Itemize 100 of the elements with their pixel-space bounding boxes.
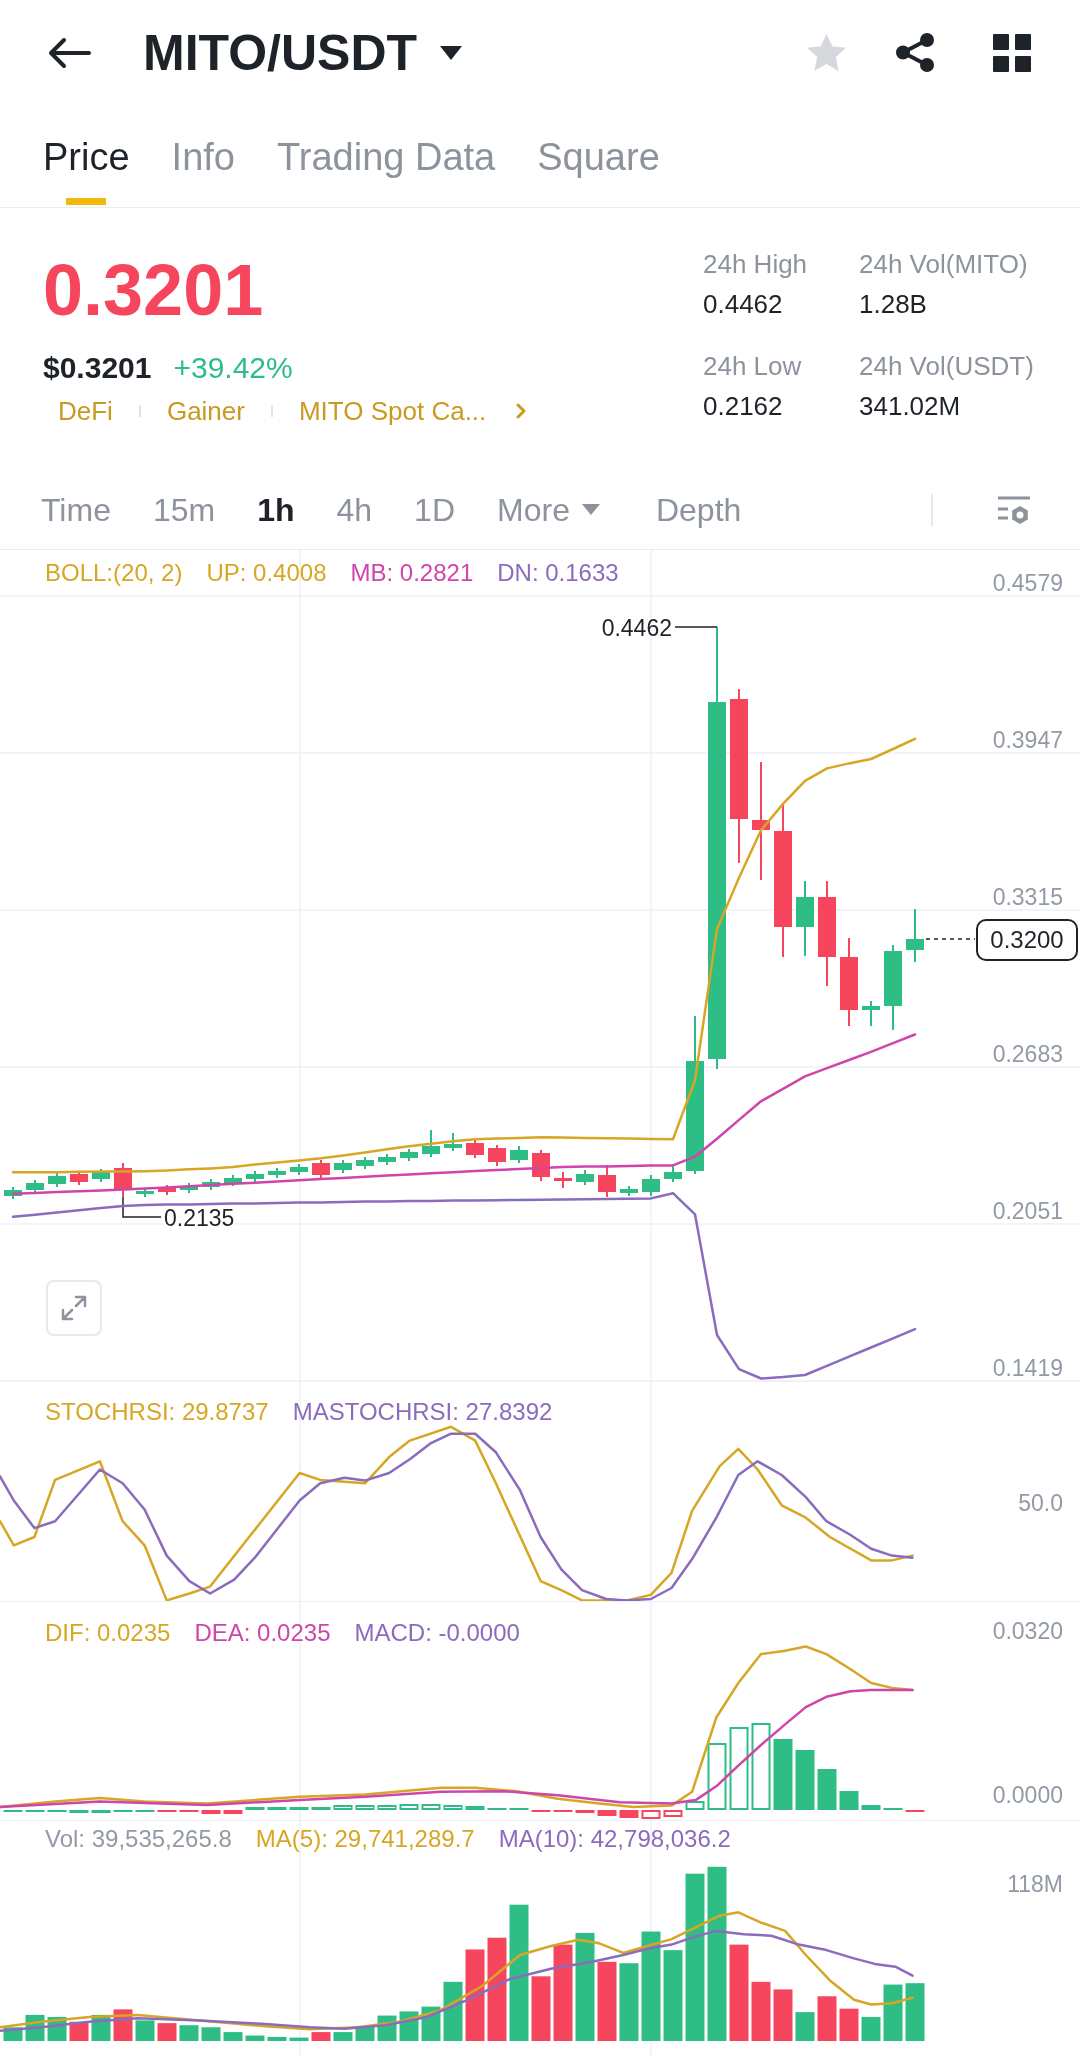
- expand-button[interactable]: [46, 1280, 102, 1336]
- indicator-legend: MACD: -0.0000: [354, 1619, 520, 1647]
- last-price-line: [925, 938, 976, 940]
- candle: [26, 1179, 44, 1194]
- price-axis-label: 0.1419: [992, 1355, 1063, 1381]
- pair-selector[interactable]: MITO/USDT: [143, 22, 463, 83]
- candle: [444, 1132, 462, 1152]
- tab[interactable]: Square: [537, 105, 660, 207]
- volume-axis-label: 118M: [1007, 1871, 1063, 1897]
- macd-histogram-bar: [839, 1791, 859, 1810]
- stat-value: 341.02M: [859, 390, 962, 422]
- candle: [312, 1159, 330, 1179]
- indicator-legend: STOCHRSI: 29.8737: [45, 1398, 269, 1426]
- interval-tab[interactable]: 1D: [414, 489, 455, 530]
- candle: [136, 1187, 154, 1198]
- stat-label: 24h Low: [703, 350, 803, 382]
- more-dropdown[interactable]: More: [497, 489, 600, 530]
- chart-settings-icon[interactable]: [997, 494, 1031, 525]
- candle: [92, 1168, 110, 1183]
- interval-tab[interactable]: 15m: [152, 489, 216, 530]
- volume-bar: [179, 2025, 199, 2041]
- candle: [158, 1184, 176, 1196]
- interval-tab[interactable]: 1h: [257, 489, 295, 530]
- candle: [4, 1186, 22, 1200]
- volume-bar: [289, 2037, 309, 2041]
- low-price-label: 0.2135: [164, 1205, 235, 1231]
- price-axis-label: 0.2683: [992, 1041, 1063, 1067]
- candle: [290, 1163, 308, 1176]
- candle: [554, 1171, 572, 1189]
- low-price-leader: [122, 1196, 162, 1218]
- volume-bar: [311, 2032, 331, 2041]
- candle: [488, 1144, 506, 1167]
- high-price-label: 0.4462: [601, 615, 672, 641]
- stat-label: 24h Vol(MITO): [859, 248, 1029, 280]
- grid-icon[interactable]: [993, 33, 1031, 72]
- macd-histogram-bar: [465, 1806, 485, 1810]
- star-icon[interactable]: [806, 33, 847, 72]
- tag-link[interactable]: MITO Spot Ca...: [298, 394, 487, 428]
- volume-bar: [135, 2020, 155, 2041]
- macd-histogram-bar: [355, 1805, 375, 1810]
- candle: [532, 1149, 550, 1182]
- indicator-legend: BOLL:(20, 2): [45, 559, 183, 587]
- candle: [70, 1170, 88, 1186]
- candle: [48, 1172, 66, 1188]
- back-icon[interactable]: [48, 36, 92, 69]
- macd-histogram-bar: [707, 1743, 727, 1810]
- volume-bar: [157, 2023, 177, 2041]
- macd-histogram-bar: [245, 1807, 265, 1810]
- volume-bar: [861, 2016, 881, 2041]
- macd-histogram-bar: [663, 1810, 683, 1817]
- interval-tab[interactable]: Depth: [655, 489, 742, 530]
- indicator-legend: DN: 0.1633: [497, 559, 619, 587]
- macd-histogram-bar: [333, 1805, 353, 1810]
- volume-bar: [905, 1983, 925, 2041]
- tag-link[interactable]: DeFi: [58, 394, 113, 428]
- candle: [246, 1170, 264, 1183]
- macd-histogram-bar: [443, 1805, 463, 1810]
- high-price-leader: [674, 626, 718, 628]
- tab[interactable]: Trading Data: [276, 105, 496, 207]
- price-axis-label: 0.4579: [992, 570, 1063, 596]
- candle: [422, 1129, 440, 1158]
- volume-bar: [817, 1996, 837, 2041]
- volume-bar: [531, 1976, 551, 2041]
- usd-price: $0.3201: [43, 350, 152, 386]
- macd-histogram-bar: [575, 1810, 595, 1813]
- expand-icon: [60, 1294, 88, 1322]
- candle: [510, 1145, 528, 1164]
- candle: [620, 1185, 638, 1197]
- price-axis-label: 0.3947: [992, 727, 1063, 753]
- macd-histogram-bar: [619, 1810, 639, 1818]
- macd-histogram-bar: [377, 1805, 397, 1810]
- macd-histogram-bar: [91, 1810, 111, 1813]
- caret-down-icon: [440, 45, 463, 60]
- macd-histogram-bar: [773, 1739, 793, 1810]
- candle: [224, 1174, 242, 1187]
- caret-down-icon: [581, 504, 600, 515]
- candle: [378, 1153, 396, 1166]
- indicator-legend: MA(10): 42,798,036.2: [498, 1825, 731, 1853]
- tag-link[interactable]: Gainer: [166, 394, 245, 428]
- volume-bar: [883, 1984, 903, 2041]
- volume-bar: [223, 2032, 243, 2041]
- indicator-legend: MB: 0.2821: [350, 559, 474, 587]
- interval-tab[interactable]: 4h: [336, 489, 373, 530]
- tab[interactable]: Info: [171, 105, 235, 207]
- volume-bar: [267, 2036, 287, 2041]
- macd-histogram-bar: [861, 1805, 881, 1810]
- price-change: +39.42%: [173, 350, 293, 386]
- volume-bar: [201, 2027, 221, 2041]
- volume-bar: [333, 2032, 353, 2041]
- stochrsi-axis-label: 50.0: [1018, 1490, 1063, 1516]
- stat-value: 0.2162: [703, 390, 784, 422]
- share-icon[interactable]: [895, 32, 935, 73]
- macd-histogram-bar: [817, 1769, 837, 1810]
- tab[interactable]: Price: [43, 105, 130, 207]
- interval-tab[interactable]: Time: [41, 489, 111, 530]
- chevron-right-icon[interactable]: [516, 403, 527, 419]
- indicator-legend: UP: 0.4008: [206, 559, 327, 587]
- indicator-legend: MA(5): 29,741,289.7: [255, 1825, 475, 1853]
- macd-histogram-bar: [223, 1810, 243, 1814]
- volume-bar: [839, 2008, 859, 2041]
